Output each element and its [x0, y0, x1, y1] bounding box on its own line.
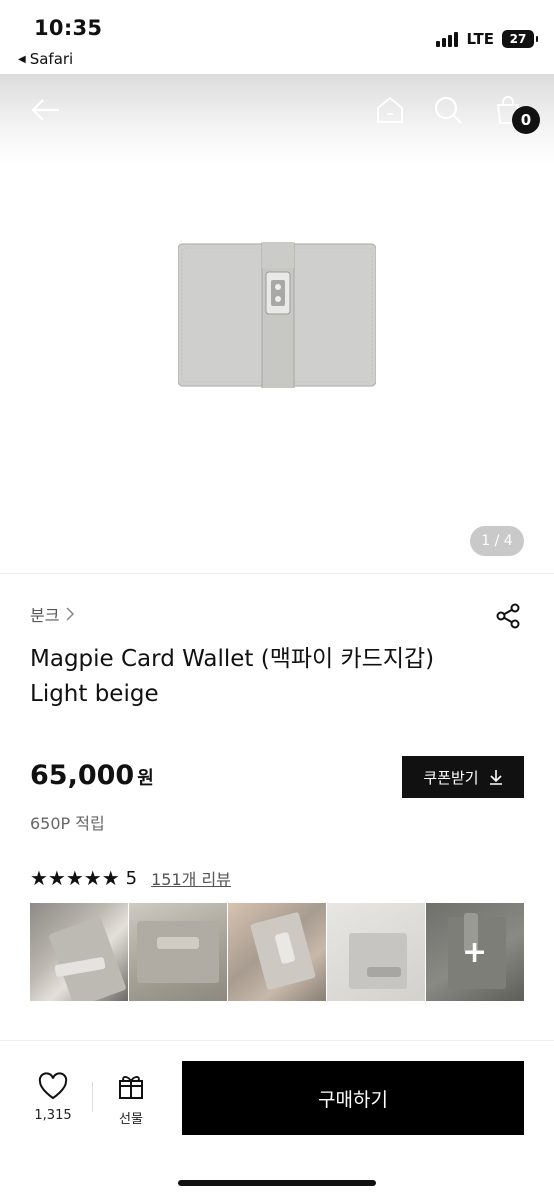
price-row: 65,000 원 — [30, 760, 154, 791]
review-count-link[interactable]: 151개 리뷰 — [151, 866, 231, 890]
gift-label: 선물 — [119, 1112, 143, 1127]
plus-icon: + — [462, 935, 488, 970]
back-to-app[interactable]: ◀ Safari — [18, 50, 73, 68]
search-icon[interactable] — [428, 90, 468, 130]
network-type: LTE — [466, 30, 494, 48]
price-currency: 원 — [137, 768, 154, 789]
review-photo-strip: + — [30, 903, 524, 1001]
product-title-color: Light beige — [30, 681, 159, 707]
buy-button[interactable]: 구매하기 — [182, 1061, 524, 1135]
review-photo[interactable] — [327, 903, 425, 1001]
review-photo[interactable] — [228, 903, 326, 1001]
back-arrow-icon[interactable] — [26, 90, 66, 130]
review-photo-more[interactable]: + — [426, 903, 524, 1001]
product-gallery[interactable]: 1 / 4 — [0, 74, 554, 572]
review-photo[interactable] — [129, 903, 227, 1001]
section-divider — [0, 573, 554, 574]
rating-score: 5 — [125, 867, 138, 889]
top-nav — [0, 74, 554, 148]
back-triangle-icon: ◀ — [18, 53, 26, 65]
coupon-button[interactable]: 쿠폰받기 — [402, 756, 524, 798]
star-rating-icon: ★★★★★ — [30, 866, 120, 890]
coupon-label: 쿠폰받기 — [423, 768, 479, 787]
product-title: Magpie Card Wallet (맥파이 카드지갑) Light beig… — [30, 642, 510, 712]
cart-count-badge[interactable]: 0 — [512, 106, 540, 134]
product-price: 65,000 — [30, 760, 135, 791]
product-title-name: Magpie Card Wallet (맥파이 카드지갑) — [30, 646, 435, 672]
reward-points: 650P 적립 — [30, 814, 105, 833]
gift-icon — [119, 1076, 143, 1099]
status-indicators: LTE 27 — [436, 30, 538, 48]
review-photo[interactable] — [30, 903, 128, 1001]
gallery-pager: 1 / 4 — [470, 526, 524, 556]
status-time: 10:35 — [34, 16, 103, 40]
signal-icon — [436, 31, 459, 47]
battery-icon: 27 — [502, 30, 538, 48]
download-icon — [489, 770, 502, 785]
gift-button[interactable]: 선물 — [110, 1072, 152, 1127]
home-icon[interactable] — [370, 90, 410, 130]
brand-name: 분크 — [30, 606, 60, 625]
buy-label: 구매하기 — [318, 1088, 388, 1111]
home-indicator — [178, 1180, 376, 1186]
rating-row: ★★★★★ 5 151개 리뷰 — [30, 866, 231, 890]
wishlist-count: 1,315 — [34, 1108, 72, 1123]
status-bar: 10:35 ◀ Safari LTE 27 — [0, 0, 554, 74]
bottom-divider — [92, 1082, 93, 1112]
back-app-label: Safari — [29, 50, 74, 68]
brand-link[interactable]: 분크 — [30, 602, 75, 626]
heart-icon — [38, 1072, 68, 1100]
product-image[interactable] — [178, 242, 376, 388]
chevron-right-icon — [66, 607, 75, 621]
wishlist-button[interactable]: 1,315 — [32, 1072, 74, 1123]
share-icon[interactable] — [494, 602, 522, 634]
